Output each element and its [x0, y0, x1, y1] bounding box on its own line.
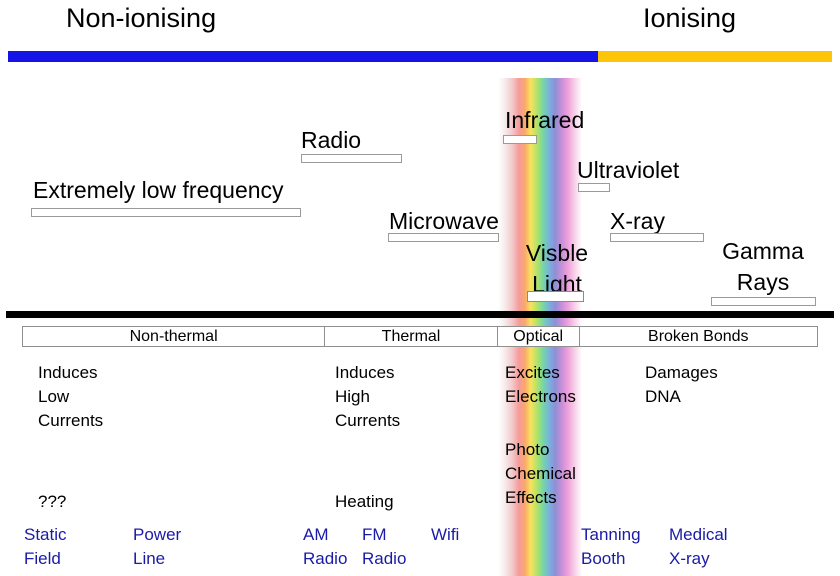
band-range-bar-radio — [301, 154, 402, 163]
band-range-bar-visible-light — [527, 291, 584, 302]
effect-text-broken-bonds: Damages DNA — [645, 363, 718, 406]
effect-category-bar: Non-thermal Thermal Optical Broken Bonds — [22, 326, 818, 347]
effect-text-thermal: Induces High Currents — [335, 363, 401, 430]
category-cell-non-thermal: Non-thermal — [23, 327, 326, 346]
band-range-bar-infrared — [503, 135, 537, 144]
category-cell-thermal: Thermal — [325, 327, 498, 346]
effect-note-unknown: ??? — [38, 492, 67, 511]
example-label-static-field: Static Field — [24, 525, 67, 568]
effect-text-photochemical: Photo Chemical Effects — [505, 440, 576, 507]
band-range-bar-gamma-rays — [711, 297, 816, 306]
example-label-fm-radio: FM Radio — [362, 525, 407, 568]
band-range-bar-ultraviolet — [578, 183, 610, 192]
band-label-extremely-low-frequency: Extremely low frequency — [33, 177, 284, 203]
band-label-infrared: Infrared — [505, 107, 585, 133]
heading-ionising: Ionising — [643, 3, 737, 33]
example-label-wifi: Wifi — [431, 525, 460, 544]
em-spectrum-diagram: Non-ionising Ionising Extremely low freq… — [0, 0, 840, 576]
section-divider — [6, 311, 834, 318]
example-label-tanning-booth: Tanning Booth — [581, 525, 641, 568]
band-range-bar-microwave — [388, 233, 499, 242]
band-range-bar-extremely-low-frequency — [31, 208, 301, 217]
band-label-radio: Radio — [301, 127, 362, 153]
category-cell-optical: Optical — [498, 327, 580, 346]
heading-non-ionising: Non-ionising — [66, 3, 217, 33]
example-label-medical-xray: Medical X-ray — [669, 525, 728, 568]
effect-text-optical: Excites Electrons — [505, 363, 576, 406]
band-label-gamma-rays: Gamma Rays — [722, 238, 804, 295]
band-label-x-ray: X-ray — [610, 208, 665, 234]
spectrum-bar-ionising — [598, 51, 832, 62]
band-label-microwave: Microwave — [389, 208, 499, 234]
category-cell-broken-bonds: Broken Bonds — [648, 327, 749, 345]
example-label-am-radio: AM Radio — [303, 525, 348, 568]
example-label-power-line: Power Line — [133, 525, 182, 568]
effect-text-non-thermal: Induces Low Currents — [38, 363, 104, 430]
spectrum-bar-non-ionising — [8, 51, 598, 62]
band-label-ultraviolet: Ultraviolet — [577, 157, 680, 183]
effect-note-heating: Heating — [335, 492, 394, 511]
band-range-bar-x-ray — [610, 233, 704, 242]
